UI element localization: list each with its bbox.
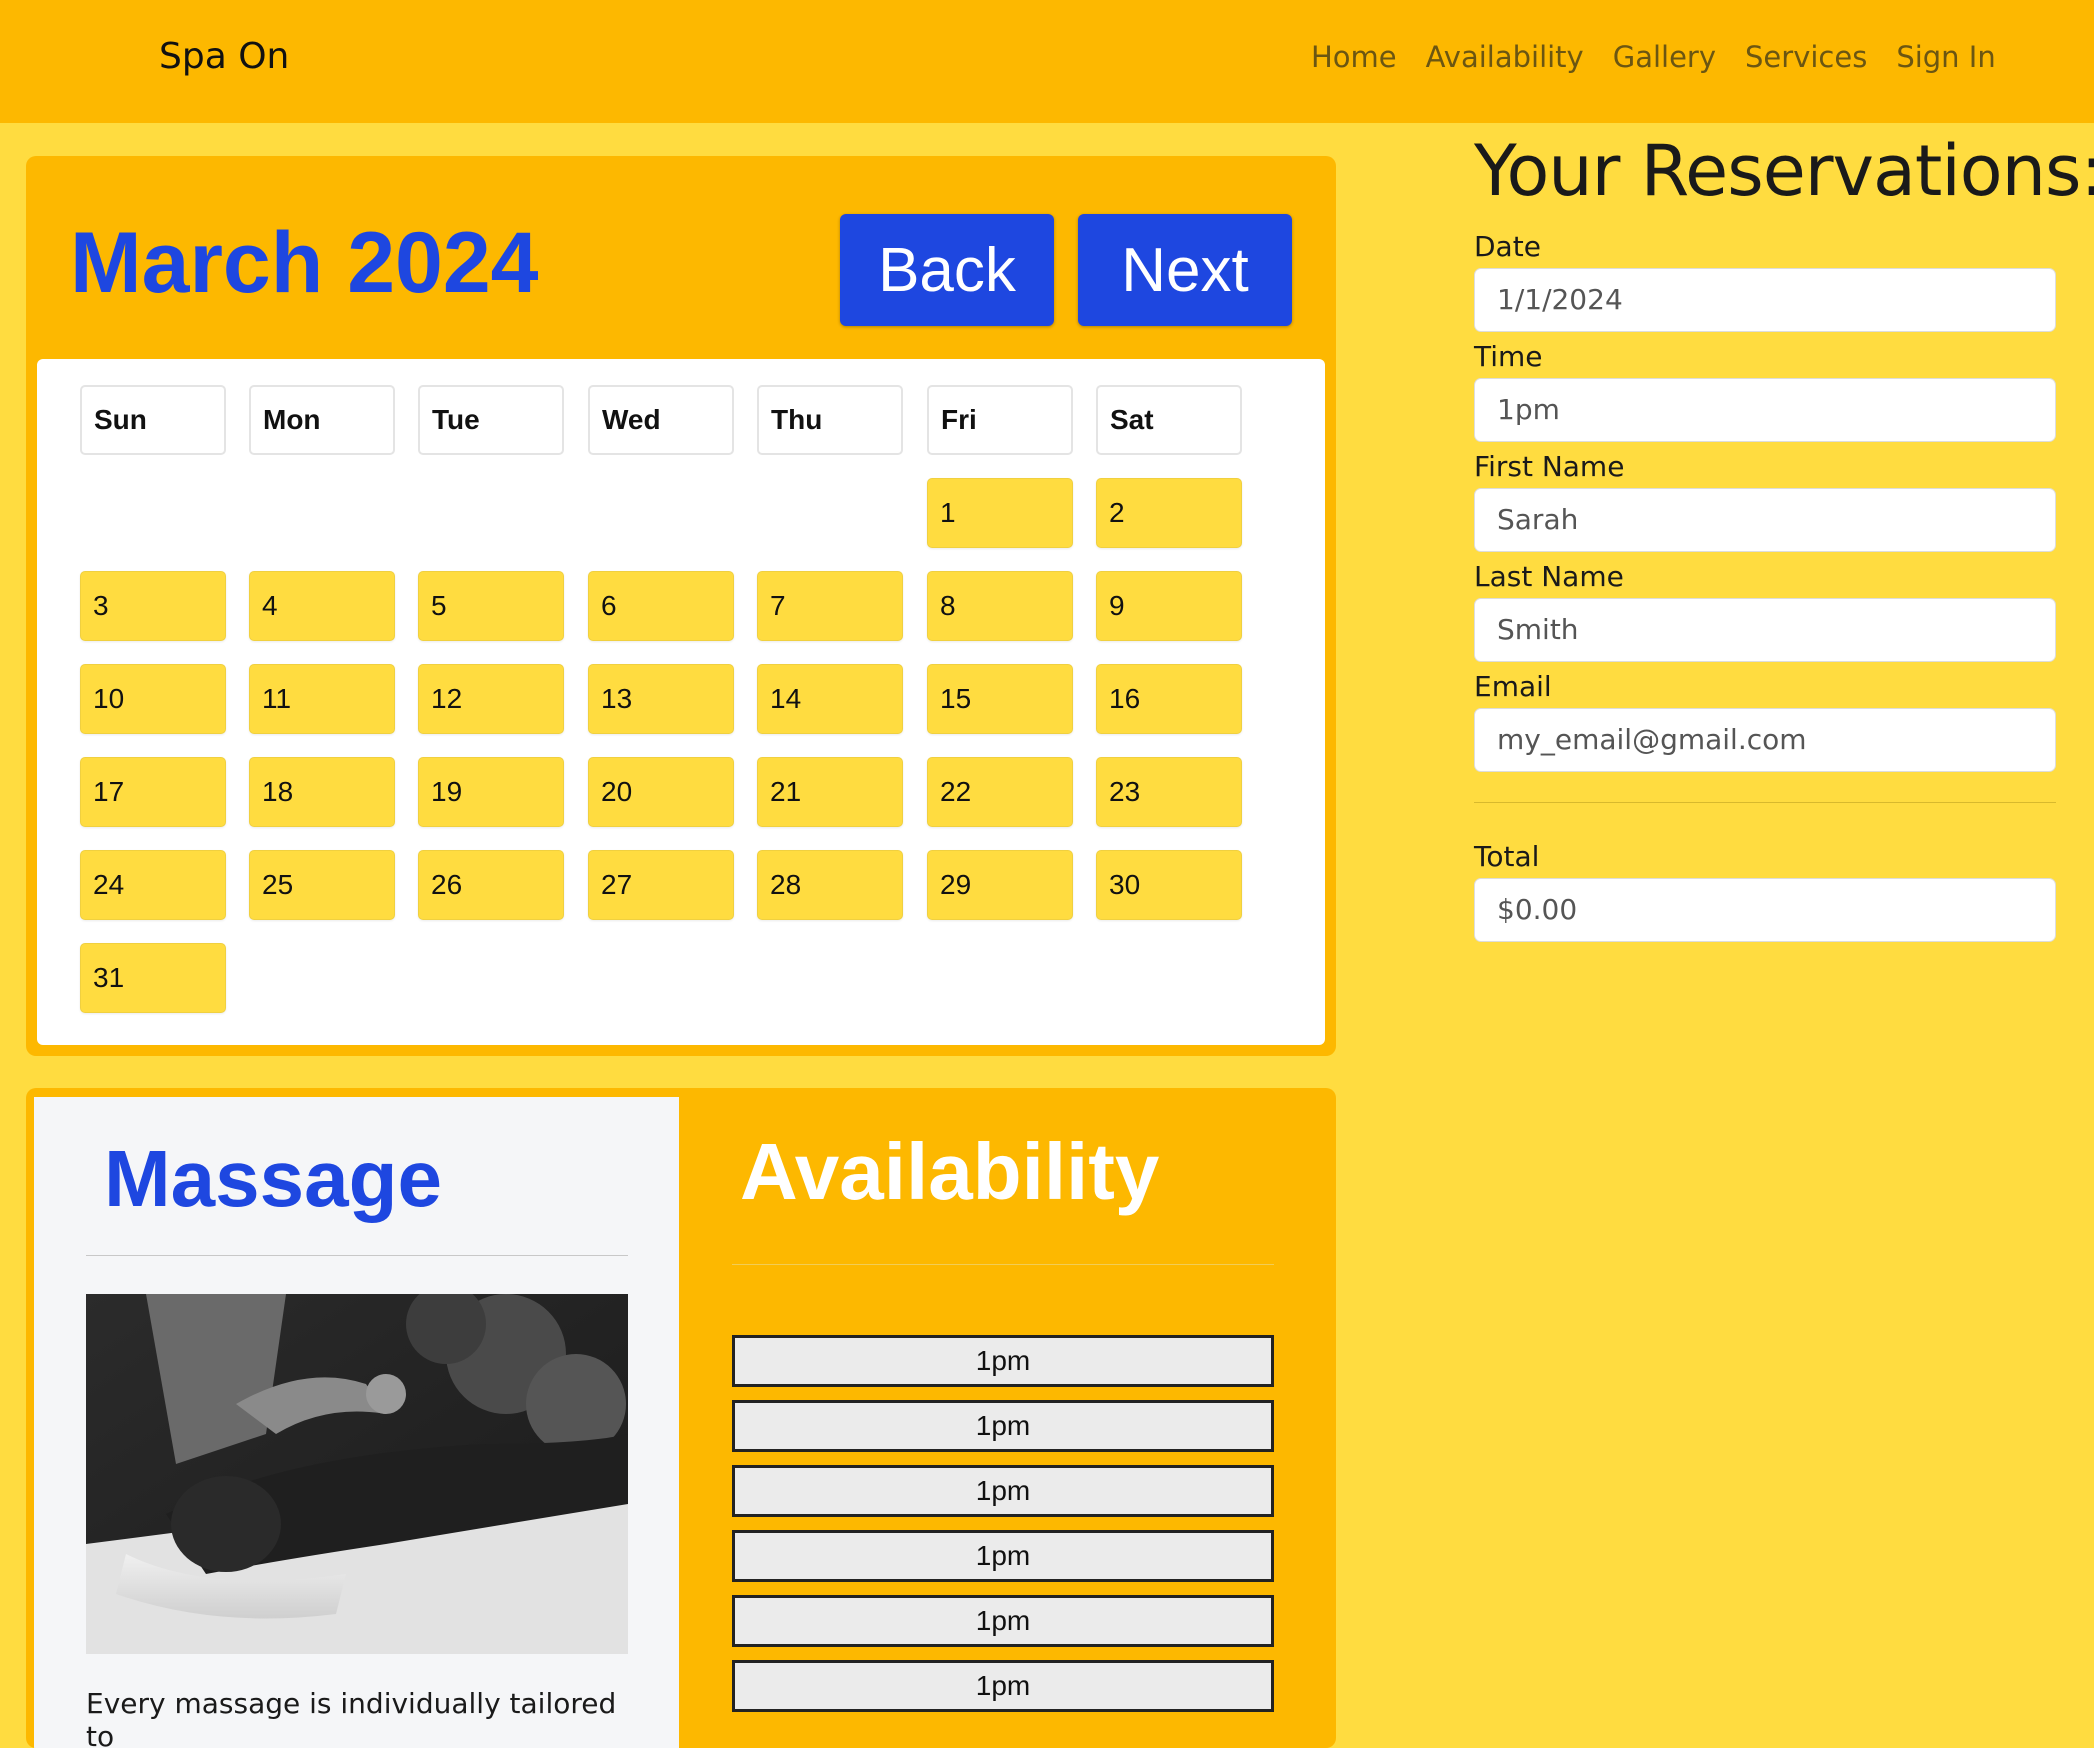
nav-link-availability[interactable]: Availability <box>1426 40 1584 74</box>
calendar-day[interactable]: 29 <box>927 850 1073 920</box>
weekday-header: Wed <box>588 385 734 455</box>
date-field[interactable]: 1/1/2024 <box>1474 268 2056 332</box>
calendar-day[interactable]: 12 <box>418 664 564 734</box>
service-divider <box>86 1255 628 1256</box>
form-divider <box>1474 802 2056 803</box>
first-name-label: First Name <box>1474 450 1625 483</box>
calendar-day[interactable]: 8 <box>927 571 1073 641</box>
weekday-header: Tue <box>418 385 564 455</box>
next-button[interactable]: Next <box>1078 214 1292 326</box>
calendar-day[interactable]: 15 <box>927 664 1073 734</box>
service-panel: Massage Every massage is individually ta… <box>26 1088 1336 1748</box>
calendar-day[interactable]: 16 <box>1096 664 1242 734</box>
calendar-day[interactable]: 14 <box>757 664 903 734</box>
calendar-day[interactable]: 17 <box>80 757 226 827</box>
last-name-field[interactable]: Smith <box>1474 598 2056 662</box>
calendar-day[interactable]: 25 <box>249 850 395 920</box>
calendar-panel: March 2024 Back Next Sun Mon Tue Wed Thu Fri S… <box>26 156 1336 1056</box>
calendar-day[interactable]: 7 <box>757 571 903 641</box>
calendar-day[interactable]: 6 <box>588 571 734 641</box>
calendar-day[interactable]: 30 <box>1096 850 1242 920</box>
calendar-day[interactable]: 21 <box>757 757 903 827</box>
weekday-header: Fri <box>927 385 1073 455</box>
calendar-day[interactable]: 13 <box>588 664 734 734</box>
service-title: Massage <box>104 1134 442 1223</box>
nav-links: Home Availability Gallery Services Sign … <box>1311 40 2025 74</box>
calendar-day[interactable]: 10 <box>80 664 226 734</box>
weekday-header: Mon <box>249 385 395 455</box>
total-label: Total <box>1474 840 1540 873</box>
calendar-day[interactable]: 3 <box>80 571 226 641</box>
calendar-day[interactable]: 20 <box>588 757 734 827</box>
navbar: Spa On Home Availability Gallery Service… <box>0 0 2094 123</box>
calendar-day[interactable]: 23 <box>1096 757 1242 827</box>
nav-link-home[interactable]: Home <box>1311 40 1397 74</box>
date-label: Date <box>1474 230 1541 263</box>
time-field[interactable]: 1pm <box>1474 378 2056 442</box>
calendar-day[interactable]: 19 <box>418 757 564 827</box>
calendar-day[interactable]: 18 <box>249 757 395 827</box>
calendar-day[interactable]: 11 <box>249 664 395 734</box>
time-slot-button[interactable]: 1pm <box>732 1595 1274 1647</box>
calendar-day[interactable]: 24 <box>80 850 226 920</box>
reservations-title: Your Reservations: <box>1474 130 2094 212</box>
calendar-day[interactable]: 5 <box>418 571 564 641</box>
availability-divider <box>732 1264 1274 1265</box>
massage-photo-graphic <box>86 1294 628 1654</box>
calendar-grid: Sun Mon Tue Wed Thu Fri Sat 1 2 3 4 5 6 7 8 9 10 11 12 13 14… <box>37 359 1325 1045</box>
last-name-label: Last Name <box>1474 560 1624 593</box>
brand-logo[interactable]: Spa On <box>159 36 289 77</box>
first-name-field[interactable]: Sarah <box>1474 488 2056 552</box>
nav-link-gallery[interactable]: Gallery <box>1613 40 1716 74</box>
calendar-day[interactable]: 4 <box>249 571 395 641</box>
calendar-day[interactable]: 9 <box>1096 571 1242 641</box>
service-card: Massage Every massage is individually ta… <box>34 1097 679 1748</box>
calendar-day[interactable]: 27 <box>588 850 734 920</box>
time-slot-button[interactable]: 1pm <box>732 1660 1274 1712</box>
calendar-day[interactable]: 31 <box>80 943 226 1013</box>
service-description: Every massage is individually tailored t… <box>86 1687 617 1748</box>
calendar-day[interactable]: 26 <box>418 850 564 920</box>
massage-photo <box>86 1294 628 1654</box>
weekday-header: Sun <box>80 385 226 455</box>
back-button[interactable]: Back <box>840 214 1054 326</box>
weekday-header: Sat <box>1096 385 1242 455</box>
month-title: March 2024 <box>70 215 539 311</box>
calendar-day[interactable]: 22 <box>927 757 1073 827</box>
time-label: Time <box>1474 340 1543 373</box>
email-field[interactable]: my_email@gmail.com <box>1474 708 2056 772</box>
availability-title: Availability <box>740 1127 1160 1216</box>
email-label: Email <box>1474 670 1552 703</box>
calendar-day[interactable]: 28 <box>757 850 903 920</box>
time-slot-button[interactable]: 1pm <box>732 1530 1274 1582</box>
time-slot-button[interactable]: 1pm <box>732 1465 1274 1517</box>
total-field: $0.00 <box>1474 878 2056 942</box>
nav-link-sign-in[interactable]: Sign In <box>1896 40 1995 74</box>
nav-link-services[interactable]: Services <box>1745 40 1867 74</box>
weekday-header: Thu <box>757 385 903 455</box>
calendar-day[interactable]: 2 <box>1096 478 1242 548</box>
time-slot-button[interactable]: 1pm <box>732 1335 1274 1387</box>
calendar-day[interactable]: 1 <box>927 478 1073 548</box>
time-slot-button[interactable]: 1pm <box>732 1400 1274 1452</box>
